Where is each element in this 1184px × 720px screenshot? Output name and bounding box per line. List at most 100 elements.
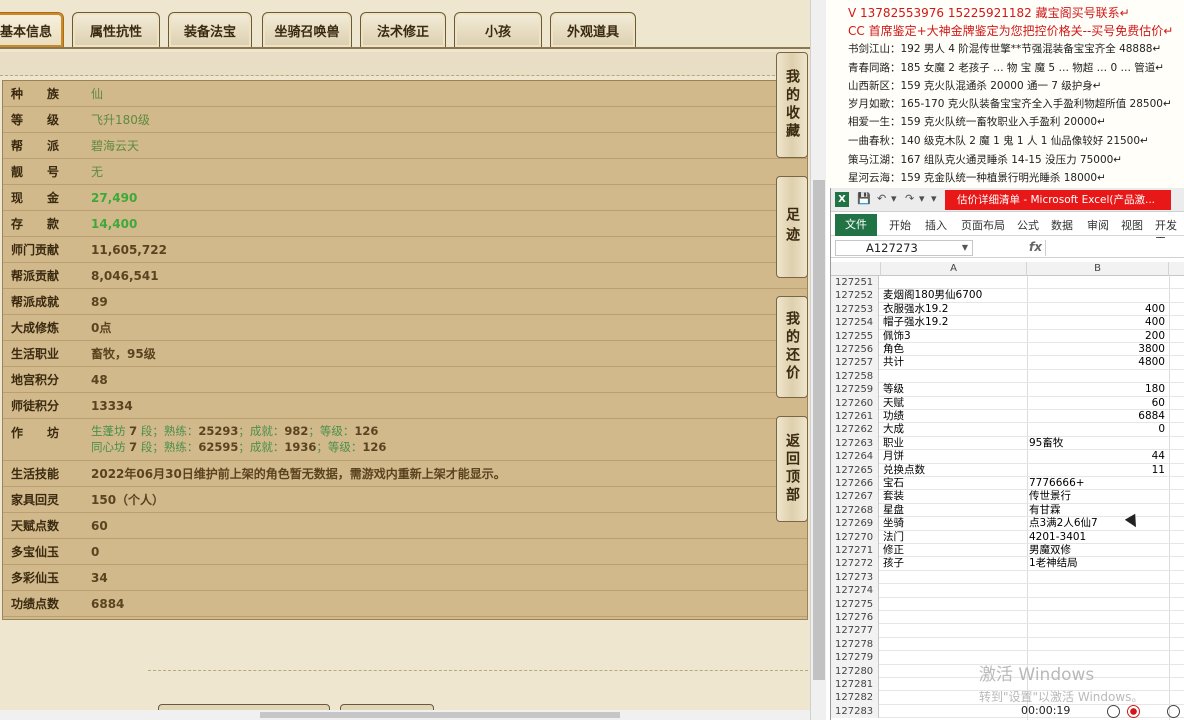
row-number[interactable]: 127254 <box>831 316 879 330</box>
row-number[interactable]: 127262 <box>831 423 879 437</box>
sheet-row[interactable]: 127254 帽子强水19.2 400 <box>831 316 1184 330</box>
row-number[interactable]: 127256 <box>831 343 879 357</box>
row-number[interactable]: 127265 <box>831 463 879 477</box>
sheet-row[interactable]: 127267 套装 传世景行 <box>831 490 1184 504</box>
ribbon-tab-insert[interactable]: 插入 <box>925 217 947 233</box>
cell-b[interactable]: 传世景行 <box>1027 490 1169 503</box>
tab-children[interactable]: 小孩 <box>454 12 542 48</box>
row-number[interactable]: 127259 <box>831 383 879 397</box>
cell-a[interactable]: 麦烟阁180男仙6700 <box>881 289 1027 302</box>
row-number[interactable]: 127281 <box>831 678 879 692</box>
cell-b[interactable]: 有甘霖 <box>1027 504 1169 517</box>
sheet-row[interactable]: 127252 麦烟阁180男仙6700 <box>831 289 1184 303</box>
spreadsheet-grid[interactable]: A B 127251 127252 麦烟阁180男仙6700 127253 衣服强水19… <box>831 262 1184 720</box>
select-all-corner[interactable] <box>831 262 881 276</box>
cell-b[interactable]: 4800 <box>1027 356 1169 369</box>
row-number[interactable]: 127251 <box>831 276 879 290</box>
row-number[interactable]: 127270 <box>831 530 879 544</box>
row-number[interactable]: 127268 <box>831 503 879 518</box>
cell-b[interactable]: 400 <box>1027 303 1169 316</box>
ribbon-tab-page-layout[interactable]: 页面布局 <box>961 217 1005 233</box>
sheet-row[interactable]: 127258 <box>831 369 1184 384</box>
sheet-row[interactable]: 127264 月饼 44 <box>831 450 1184 464</box>
row-number[interactable]: 127272 <box>831 557 879 571</box>
sheet-row[interactable]: 127262 大成 0 <box>831 423 1184 437</box>
cell-a[interactable]: 天赋 <box>881 397 1027 410</box>
tab-basic-info[interactable]: 基本信息 <box>0 12 64 48</box>
cell-b[interactable]: 4201-3401 <box>1027 531 1169 544</box>
sheet-row[interactable]: 127270 法门 4201-3401 <box>831 530 1184 544</box>
row-number[interactable]: 127260 <box>831 396 879 410</box>
cell-a[interactable]: 衣服强水19.2 <box>881 303 1027 316</box>
tab-attributes[interactable]: 属性抗性 <box>72 12 160 48</box>
scroll-thumb[interactable] <box>813 180 825 680</box>
customize-icon[interactable]: ▾ <box>931 192 937 205</box>
sheet-row[interactable]: 127260 天赋 60 <box>831 396 1184 410</box>
row-number[interactable]: 127266 <box>831 477 879 491</box>
row-number[interactable]: 127267 <box>831 490 879 504</box>
horizontal-scrollbar[interactable] <box>0 710 810 720</box>
name-box[interactable]: A127273 ▼ <box>835 240 973 256</box>
cell-b[interactable]: 男魔双修 <box>1027 544 1169 557</box>
record-icon[interactable] <box>1127 705 1140 718</box>
cell-a[interactable]: 星盘 <box>881 504 1027 517</box>
dropdown-icon[interactable]: ▾ <box>891 192 897 205</box>
cell-a[interactable]: 套装 <box>881 490 1027 503</box>
row-number[interactable]: 127283 <box>831 704 879 719</box>
sheet-row[interactable]: 127257 共计 4800 <box>831 356 1184 370</box>
row-number[interactable]: 127255 <box>831 329 879 343</box>
row-number[interactable]: 127252 <box>831 289 879 303</box>
sheet-row[interactable]: 127255 佩饰3 200 <box>831 329 1184 343</box>
my-favorites-button[interactable]: 我的收藏 <box>776 52 808 158</box>
row-number[interactable]: 127274 <box>831 584 879 598</box>
row-number[interactable]: 127257 <box>831 356 879 370</box>
cell-a[interactable]: 大成 <box>881 423 1027 436</box>
sheet-row[interactable]: 127251 <box>831 276 1184 290</box>
sheet-row[interactable]: 127263 职业 95畜牧 <box>831 436 1184 451</box>
vertical-scrollbar[interactable] <box>810 0 826 720</box>
cell-b[interactable]: 200 <box>1027 330 1169 343</box>
cell-b[interactable]: 44 <box>1027 450 1169 463</box>
ribbon-tab-file[interactable]: 文件 <box>835 214 877 236</box>
row-number[interactable]: 127273 <box>831 570 879 585</box>
ribbon-tab-data[interactable]: 数据 <box>1051 217 1073 233</box>
my-counteroffers-button[interactable]: 我的还价 <box>776 296 808 398</box>
row-number[interactable]: 127263 <box>831 436 879 451</box>
cell-a[interactable]: 共计 <box>881 356 1027 369</box>
cell-a[interactable]: 职业 <box>881 437 1027 450</box>
cell-a[interactable]: 佩饰3 <box>881 330 1027 343</box>
row-number[interactable]: 127276 <box>831 611 879 625</box>
sheet-row[interactable]: 127275 <box>831 597 1184 611</box>
fx-icon[interactable]: fx <box>1029 240 1042 254</box>
row-number[interactable]: 127258 <box>831 369 879 384</box>
cell-b[interactable]: 点3满2人6仙7 <box>1027 517 1169 530</box>
tab-spell-correction[interactable]: 法术修正 <box>360 12 446 48</box>
sheet-row[interactable]: 127271 修正 男魔双修 <box>831 544 1184 558</box>
cell-b[interactable]: 7776666+ <box>1027 477 1169 490</box>
ribbon-tab-view[interactable]: 视图 <box>1121 217 1143 233</box>
tab-mounts-pets[interactable]: 坐骑召唤兽 <box>262 12 352 48</box>
tab-equipment[interactable]: 装备法宝 <box>168 12 252 48</box>
pause-icon[interactable] <box>1107 705 1120 718</box>
redo-icon[interactable]: ↷ <box>905 192 914 205</box>
cell-a[interactable]: 修正 <box>881 544 1027 557</box>
row-number[interactable]: 127269 <box>831 517 879 531</box>
sheet-row[interactable]: 127272 孩子 1老神结局 <box>831 557 1184 571</box>
dropdown-icon[interactable]: ▼ <box>962 241 968 255</box>
row-number[interactable]: 127275 <box>831 597 879 611</box>
row-number[interactable]: 127271 <box>831 544 879 558</box>
cell-b[interactable]: 60 <box>1027 397 1169 410</box>
sheet-row[interactable]: 127266 宝石 7776666+ <box>831 477 1184 491</box>
save-icon[interactable]: 💾 <box>857 192 871 205</box>
cell-a[interactable]: 帽子强水19.2 <box>881 316 1027 329</box>
sheet-row[interactable]: 127277 <box>831 624 1184 638</box>
cell-b[interactable]: 3800 <box>1027 343 1169 356</box>
column-header-b[interactable]: B <box>1027 262 1169 276</box>
formula-input[interactable] <box>1045 240 1181 256</box>
ribbon-tab-home[interactable]: 开始 <box>889 217 911 233</box>
row-number[interactable]: 127261 <box>831 410 879 424</box>
cell-a[interactable]: 坐骑 <box>881 517 1027 530</box>
cell-a[interactable]: 月饼 <box>881 450 1027 463</box>
sheet-row[interactable]: 127265 兑换点数 11 <box>831 463 1184 477</box>
sheet-row[interactable]: 127253 衣服强水19.2 400 <box>831 302 1184 317</box>
